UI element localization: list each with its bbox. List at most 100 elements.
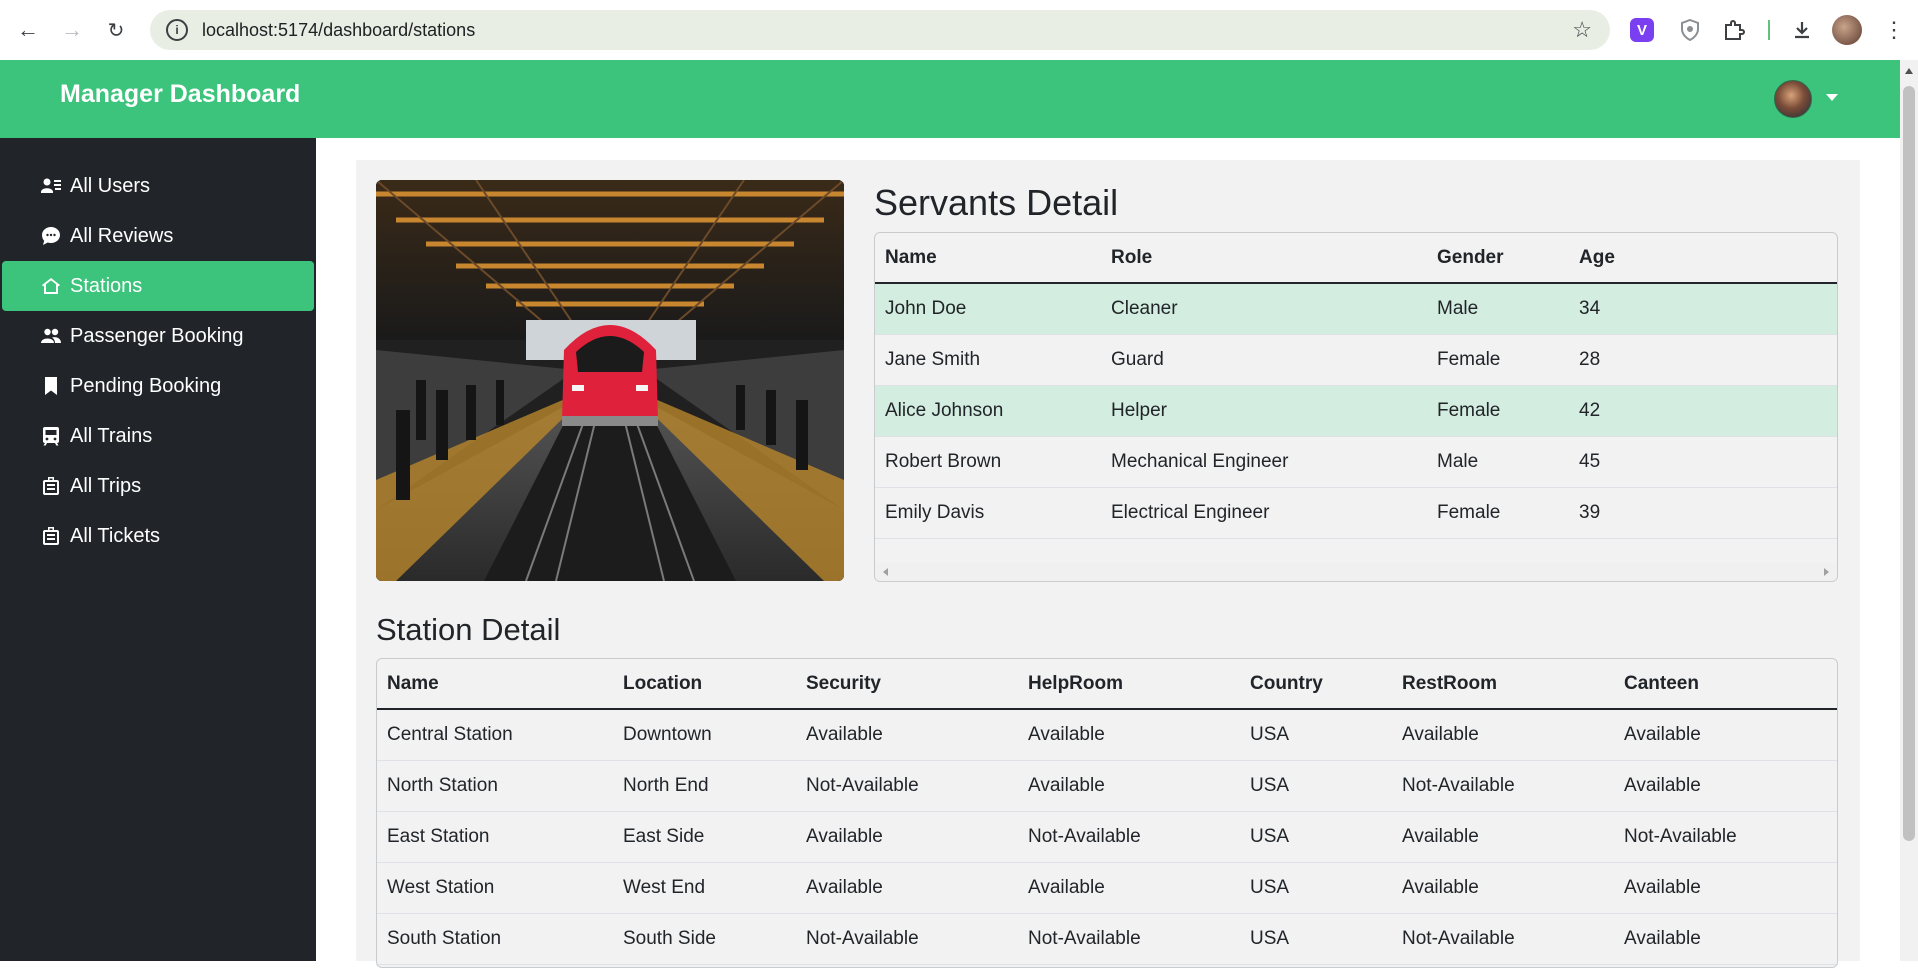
- servants-table-container: Name Role Gender Age John Doe Cleaner Ma…: [874, 232, 1838, 582]
- address-bar[interactable]: i localhost:5174/dashboard/stations ☆: [150, 10, 1610, 50]
- extension-v-icon[interactable]: V: [1630, 18, 1654, 42]
- table-cell: Not-Available: [1392, 760, 1614, 812]
- station-train-image: [376, 180, 844, 581]
- sidebar-item-pending-booking[interactable]: Pending Booking: [2, 361, 314, 411]
- download-icon[interactable]: [1786, 14, 1818, 46]
- table-cell: West Station: [377, 862, 613, 914]
- users-list-icon: [40, 175, 62, 197]
- sidebar-item-label: All Reviews: [70, 224, 174, 247]
- page-title: Manager Dashboard: [60, 80, 301, 108]
- table-cell: West End: [613, 862, 796, 914]
- column-header: Name: [875, 233, 1101, 284]
- table-cell: Available: [1392, 709, 1614, 761]
- servants-title: Servants Detail: [874, 182, 1119, 223]
- station-table-container: Name Location Security HelpRoom Country …: [376, 658, 1838, 968]
- table-cell: Male: [1427, 436, 1569, 488]
- shield-extension-icon[interactable]: [1674, 14, 1706, 46]
- station-table: Name Location Security HelpRoom Country …: [377, 659, 1837, 965]
- sidebar-item-stations[interactable]: Stations: [2, 261, 314, 311]
- table-cell: Not-Available: [796, 760, 1018, 812]
- reload-icon[interactable]: ↻: [94, 8, 138, 52]
- table-cell: USA: [1240, 709, 1392, 761]
- train-icon: [40, 425, 62, 447]
- table-cell: Robert Brown: [875, 436, 1101, 488]
- table-cell: Central Station: [377, 709, 613, 761]
- address-url[interactable]: localhost:5174/dashboard/stations: [202, 20, 475, 41]
- table-cell: Jane Smith: [875, 334, 1101, 386]
- browser-toolbar: ← → ↻ i localhost:5174/dashboard/station…: [0, 0, 1918, 60]
- sidebar-item-all-trains[interactable]: All Trains: [2, 411, 314, 461]
- column-header: Security: [796, 659, 1018, 710]
- sidebar-item-passenger-booking[interactable]: Passenger Booking: [2, 311, 314, 361]
- column-header: Country: [1240, 659, 1392, 710]
- table-cell: Available: [1392, 811, 1614, 863]
- scroll-left-arrow-icon[interactable]: [883, 568, 888, 576]
- table-cell: Female: [1427, 334, 1569, 386]
- table-cell: Female: [1427, 487, 1569, 539]
- table-cell: Cleaner: [1101, 283, 1427, 335]
- sidebar-item-all-tickets[interactable]: All Tickets: [2, 511, 314, 561]
- table-cell: North Station: [377, 760, 613, 812]
- table-cell: Available: [796, 862, 1018, 914]
- bookmark-star-icon[interactable]: ☆: [1572, 17, 1592, 43]
- table-row: John Doe Cleaner Male 34: [875, 283, 1837, 335]
- extensions-puzzle-icon[interactable]: [1718, 14, 1750, 46]
- station-detail-title: Station Detail: [376, 612, 561, 647]
- site-info-icon[interactable]: i: [166, 19, 188, 41]
- column-header: Gender: [1427, 233, 1569, 284]
- table-cell: Helper: [1101, 385, 1427, 437]
- chat-icon: [40, 225, 62, 247]
- table-cell: North End: [613, 760, 796, 812]
- forward-arrow-icon[interactable]: →: [50, 8, 94, 52]
- browser-menu-kebab-icon[interactable]: ⋮: [1878, 14, 1910, 46]
- table-cell: East Side: [613, 811, 796, 863]
- table-row: West Station West End Available Availabl…: [377, 862, 1837, 914]
- table-cell: South Station: [377, 913, 613, 965]
- sidebar: All Users All Reviews Stations Passenger…: [0, 138, 316, 961]
- table-cell: Mechanical Engineer: [1101, 436, 1427, 488]
- table-cell: Male: [1427, 283, 1569, 335]
- table-cell: South Side: [613, 913, 796, 965]
- table-cell: 39: [1569, 487, 1837, 539]
- table-cell: USA: [1240, 760, 1392, 812]
- table-row: South Station South Side Not-Available N…: [377, 913, 1837, 965]
- column-header: Name: [377, 659, 613, 710]
- sidebar-item-all-users[interactable]: All Users: [2, 161, 314, 211]
- back-arrow-icon[interactable]: ←: [6, 8, 50, 52]
- sidebar-item-all-reviews[interactable]: All Reviews: [2, 211, 314, 261]
- scrollbar-thumb[interactable]: [1903, 86, 1915, 841]
- house-icon: [40, 275, 62, 297]
- table-cell: 28: [1569, 334, 1837, 386]
- table-row: North Station North End Not-Available Av…: [377, 760, 1837, 812]
- table-cell: 42: [1569, 385, 1837, 437]
- station-card: Servants Detail Name Role Gender Age Joh…: [356, 160, 1860, 968]
- column-header: Location: [613, 659, 796, 710]
- table-cell: Electrical Engineer: [1101, 487, 1427, 539]
- sidebar-item-all-trips[interactable]: All Trips: [2, 461, 314, 511]
- people-icon: [40, 325, 62, 347]
- table-row: Jane Smith Guard Female 28: [875, 334, 1837, 386]
- scroll-up-arrow-icon[interactable]: [1905, 68, 1913, 74]
- horizontal-scrollbar[interactable]: [875, 563, 1837, 581]
- column-header: Canteen: [1614, 659, 1837, 710]
- main-content: Servants Detail Name Role Gender Age Joh…: [316, 138, 1900, 968]
- chevron-down-icon[interactable]: [1826, 94, 1838, 101]
- table-cell: Available: [1018, 862, 1240, 914]
- table-row: Alice Johnson Helper Female 42: [875, 385, 1837, 437]
- table-cell: Not-Available: [1018, 811, 1240, 863]
- table-cell: USA: [1240, 811, 1392, 863]
- luggage-icon: [40, 475, 62, 497]
- sidebar-item-label: All Trips: [70, 474, 142, 497]
- column-header: Age: [1569, 233, 1837, 284]
- page-scrollbar[interactable]: [1900, 60, 1918, 961]
- table-cell: Available: [1614, 913, 1837, 965]
- table-cell: USA: [1240, 862, 1392, 914]
- table-cell: Not-Available: [1614, 811, 1837, 863]
- browser-profile-avatar[interactable]: [1832, 15, 1862, 45]
- sidebar-item-label: All Tickets: [70, 524, 161, 547]
- table-cell: Female: [1427, 385, 1569, 437]
- table-cell: Guard: [1101, 334, 1427, 386]
- table-cell: Alice Johnson: [875, 385, 1101, 437]
- scroll-right-arrow-icon[interactable]: [1824, 568, 1829, 576]
- user-avatar[interactable]: [1774, 80, 1812, 118]
